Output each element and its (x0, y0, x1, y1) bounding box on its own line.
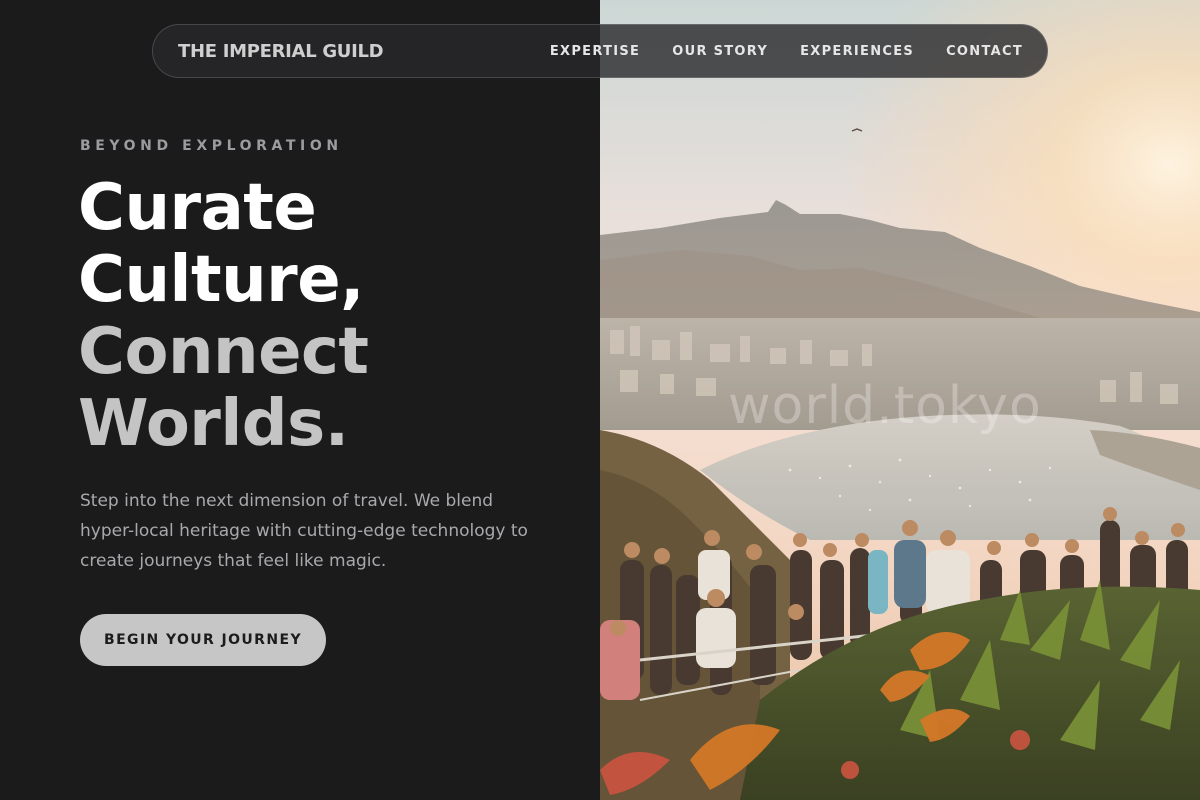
hero-headline: Curate Culture, Connect Worlds. (78, 172, 369, 460)
brand-logo-link[interactable]: THE IMPERIAL GUILD (178, 41, 384, 62)
nav-link-expertise[interactable]: EXPERTISE (550, 44, 640, 59)
image-watermark: world.tokyo (728, 376, 1042, 436)
hero-photo: world.tokyo (600, 0, 1200, 800)
hero-description: Step into the next dimension of travel. … (80, 491, 528, 571)
headline-line-2: Culture, (78, 243, 364, 317)
hero-eyebrow: BEYOND EXPLORATION (80, 138, 343, 154)
nav-link-contact[interactable]: CONTACT (946, 44, 1023, 59)
nav-links: EXPERTISE OUR STORY EXPERIENCES CONTACT (550, 44, 1023, 59)
headline-line-3: Connect (78, 315, 369, 389)
headline-line-4: Worlds. (78, 387, 349, 461)
nav-link-experiences[interactable]: EXPERIENCES (800, 44, 914, 59)
begin-journey-button[interactable]: BEGIN YOUR JOURNEY (80, 614, 326, 666)
headline-line-1: Curate (78, 171, 317, 245)
nav-link-our-story[interactable]: OUR STORY (672, 44, 768, 59)
top-navbar: THE IMPERIAL GUILD EXPERTISE OUR STORY E… (152, 24, 1048, 78)
hero-text-panel: BEYOND EXPLORATION Curate Culture, Conne… (0, 0, 600, 800)
